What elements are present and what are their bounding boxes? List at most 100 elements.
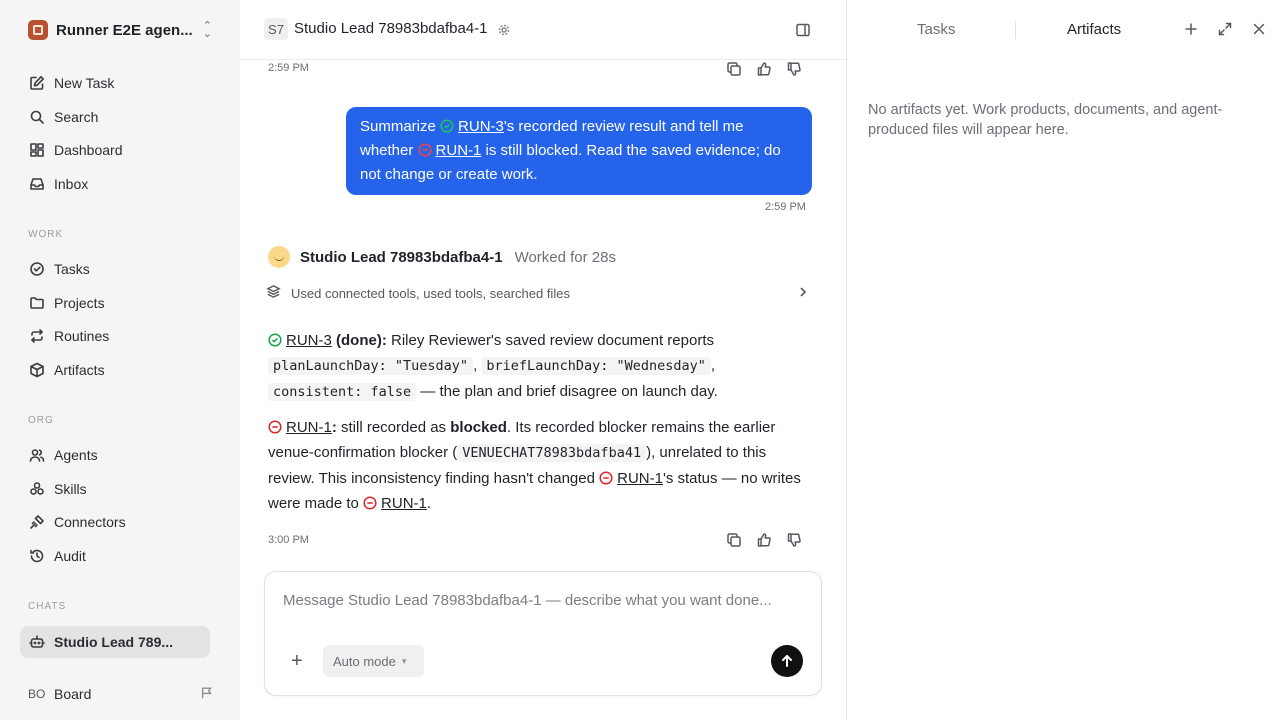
sidebar-item-audit[interactable]: Audit <box>20 540 210 572</box>
section-label-work: WORK <box>28 229 64 240</box>
copy-icon[interactable] <box>726 532 742 551</box>
task-link-run-1[interactable]: RUN-1 <box>436 142 482 159</box>
sidebar-item-label: Dashboard <box>54 142 123 158</box>
close-icon[interactable] <box>1251 21 1267 40</box>
sidebar-item-label: Studio Lead 789... <box>54 634 174 650</box>
right-panel: Tasks Artifacts No artifacts yet. Work p… <box>846 0 1280 720</box>
sidebar-item-chat-studio-lead[interactable]: Studio Lead 789... <box>20 626 210 658</box>
blocked-text: blocked <box>450 419 507 436</box>
sidebar-item-label: Audit <box>54 548 86 564</box>
sidebar-item-projects[interactable]: Projects <box>20 287 210 319</box>
expand-icon[interactable] <box>1217 21 1233 40</box>
worked-duration: Worked for 28s <box>514 248 616 266</box>
thumbs-up-icon[interactable] <box>756 532 772 551</box>
blocked-status-icon <box>417 143 432 157</box>
paragraph-text: Riley Reviewer's saved review document r… <box>386 332 714 349</box>
flag-icon[interactable] <box>200 686 214 703</box>
agent-paragraph-2: RUN-1: still recorded as blocked. Its re… <box>268 415 808 516</box>
tab-artifacts[interactable]: Artifacts <box>1067 21 1121 38</box>
message-timestamp: 3:00 PM <box>268 534 309 546</box>
sidebar-item-label: Projects <box>54 295 105 311</box>
sidebar-item-label: Artifacts <box>54 362 105 378</box>
thumbs-down-icon[interactable] <box>786 61 802 80</box>
folder-icon <box>28 294 46 312</box>
task-link-run-3[interactable]: RUN-3 <box>458 118 504 135</box>
thumbs-up-icon[interactable] <box>756 61 772 80</box>
sidebar-item-skills[interactable]: Skills <box>20 473 210 505</box>
message-input[interactable]: Message Studio Lead 78983bdafba4-1 — des… <box>283 592 772 609</box>
inbox-icon <box>28 175 46 193</box>
copy-icon[interactable] <box>726 61 742 80</box>
inline-code: planLaunchDay: "Tuesday" <box>268 357 474 375</box>
inline-code: consistent: false <box>268 383 417 401</box>
task-link-run-1[interactable]: RUN-1 <box>381 495 427 512</box>
board-switcher[interactable]: BO Board <box>28 684 214 704</box>
sidebar-item-label: Search <box>54 109 99 125</box>
sidebar-item-agents[interactable]: Agents <box>20 439 210 471</box>
message-composer: Message Studio Lead 78983bdafba4-1 — des… <box>264 571 822 696</box>
avatar <box>268 246 290 268</box>
blocked-status-icon <box>363 496 377 510</box>
plug-icon <box>28 513 46 531</box>
tool-usage-summary[interactable]: Used connected tools, used tools, search… <box>266 284 812 302</box>
repeat-icon <box>28 327 46 345</box>
workspace-name: Runner E2E agen... <box>56 21 193 39</box>
board-label: Board <box>54 686 92 702</box>
arrow-up-icon <box>782 655 792 667</box>
plus-icon[interactable] <box>1183 21 1199 40</box>
task-link-run-1[interactable]: RUN-1 <box>286 419 332 436</box>
section-label-chats: CHATS <box>28 601 67 612</box>
check-circle-icon <box>28 260 46 278</box>
history-icon <box>28 547 46 565</box>
paragraph-text: — the plan and brief disagree on launch … <box>416 383 718 400</box>
done-status-icon <box>268 333 282 347</box>
blocked-status-icon <box>268 420 282 434</box>
sidebar-item-connectors[interactable]: Connectors <box>20 506 210 538</box>
mode-select[interactable]: Auto mode ▾ <box>323 645 424 677</box>
separator: , <box>710 357 716 374</box>
sidebar-item-new-task[interactable]: New Task <box>20 67 210 99</box>
workspace-switcher[interactable]: Runner E2E agen... ⌃ ⌄ <box>28 19 218 41</box>
message-text: Summarize <box>360 118 441 135</box>
message-actions <box>726 61 802 80</box>
edit-icon <box>28 74 46 92</box>
sidebar-item-search[interactable]: Search <box>20 101 210 133</box>
section-label-org: ORG <box>28 415 54 426</box>
tab-divider <box>1015 21 1016 39</box>
box-icon <box>28 361 46 379</box>
layers-icon <box>266 284 281 302</box>
chat-title: Studio Lead 78983bdafba4-1 <box>294 20 488 37</box>
sidebar-item-label: Inbox <box>54 176 89 192</box>
sidebar-item-dashboard[interactable]: Dashboard <box>20 134 210 166</box>
sidebar-item-tasks[interactable]: Tasks <box>20 253 210 285</box>
inline-code: briefLaunchDay: "Wednesday" <box>481 357 711 375</box>
gear-icon[interactable] <box>498 23 510 39</box>
sidebar-item-inbox[interactable]: Inbox <box>20 168 210 200</box>
inline-code: VENUECHAT78983bdafba41 <box>457 444 647 462</box>
task-link-run-3[interactable]: RUN-3 <box>286 332 332 349</box>
status-text: (done): <box>331 332 387 349</box>
sidebar-item-routines[interactable]: Routines <box>20 320 210 352</box>
users-icon <box>28 446 46 464</box>
sidebar-item-artifacts[interactable]: Artifacts <box>20 354 210 386</box>
agent-message-header: Studio Lead 78983bdafba4-1 Worked for 28… <box>268 246 616 268</box>
search-icon <box>28 108 46 126</box>
sidebar-item-label: New Task <box>54 75 115 91</box>
workspace-logo <box>28 20 48 40</box>
panel-toggle-icon[interactable] <box>795 22 811 41</box>
chevron-right-icon <box>796 285 810 302</box>
chat-header: S7 Studio Lead 78983bdafba4-1 <box>240 0 846 60</box>
sidebar-item-label: Connectors <box>54 514 126 530</box>
skills-icon <box>28 480 46 498</box>
add-attachment-button[interactable]: + <box>291 651 303 671</box>
tab-tasks[interactable]: Tasks <box>917 21 955 38</box>
sidebar-item-label: Tasks <box>54 261 90 277</box>
send-button[interactable] <box>771 645 803 677</box>
message-timestamp: 2:59 PM <box>268 62 309 74</box>
user-message: Summarize RUN-3's recorded review result… <box>346 107 812 195</box>
board-initials: BO <box>28 687 46 701</box>
thumbs-down-icon[interactable] <box>786 532 802 551</box>
sidebar-item-label: Agents <box>54 447 98 463</box>
agent-name: Studio Lead 78983bdafba4-1 <box>300 248 503 266</box>
task-link-run-1[interactable]: RUN-1 <box>617 470 663 487</box>
